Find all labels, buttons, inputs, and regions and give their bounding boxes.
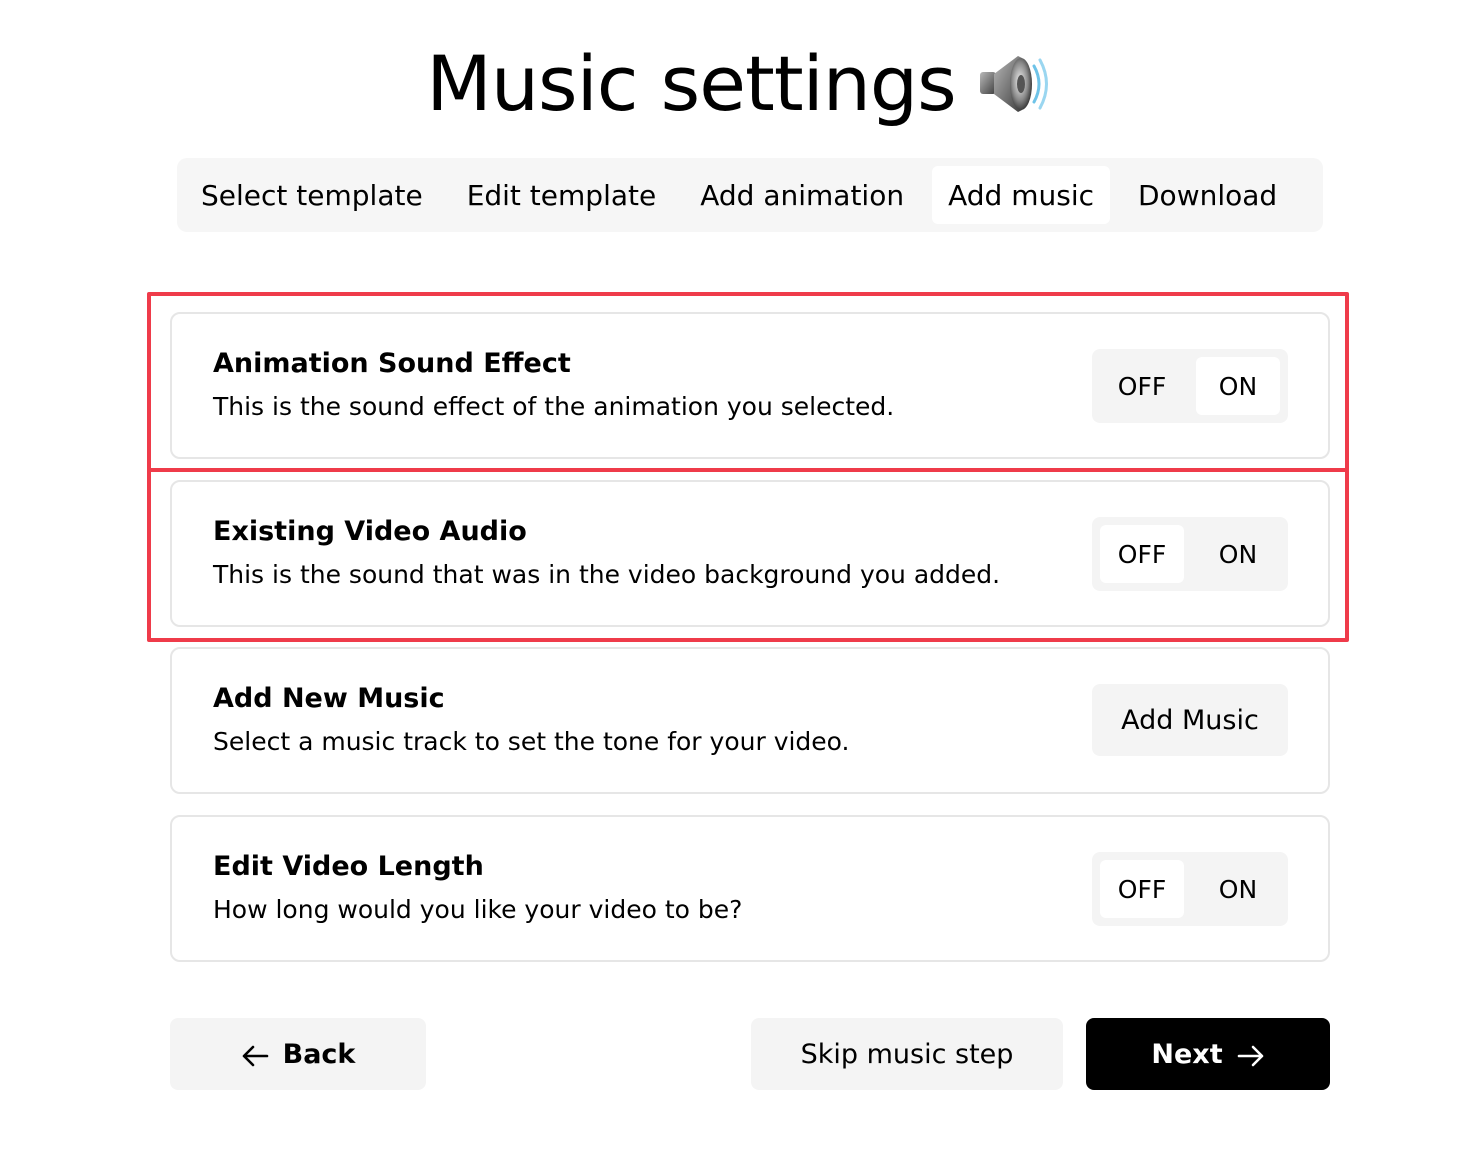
highlight-divider [147,468,1349,472]
next-label: Next [1151,1038,1223,1070]
video-length-card: Edit Video Length How long would you lik… [170,815,1330,962]
toggle-off-option[interactable]: OFF [1100,860,1184,918]
video-audio-card: Existing Video Audio This is the sound t… [170,480,1330,627]
page-title: Music settings [426,39,956,128]
video-audio-toggle: OFF ON [1092,517,1288,591]
back-button[interactable]: Back [170,1018,426,1090]
music-settings-page: Music settings Select template Edit temp… [0,0,1476,1154]
card-title: Add New Music [213,683,445,714]
card-title: Existing Video Audio [213,516,527,547]
new-music-card: Add New Music Select a music track to se… [170,647,1330,794]
card-description: How long would you like your video to be… [213,895,743,924]
step-tabs: Select template Edit template Add animat… [177,158,1323,232]
toggle-on-option[interactable]: ON [1196,525,1280,583]
speaker-icon [974,46,1050,122]
card-title: Edit Video Length [213,851,484,882]
back-label: Back [282,1038,356,1070]
toggle-off-option[interactable]: OFF [1100,357,1184,415]
next-button[interactable]: Next [1086,1018,1330,1090]
animation-sound-card: Animation Sound Effect This is the sound… [170,312,1330,459]
card-description: This is the sound effect of the animatio… [213,392,895,421]
page-header: Music settings [0,36,1476,132]
tab-add-animation[interactable]: Add animation [684,166,920,224]
arrow-left-icon [241,1043,269,1067]
video-length-toggle: OFF ON [1092,852,1288,926]
animation-sound-toggle: OFF ON [1092,349,1288,423]
card-description: Select a music track to set the tone for… [213,727,850,756]
arrow-right-icon [1237,1043,1265,1067]
tab-add-music[interactable]: Add music [932,166,1110,224]
add-music-button[interactable]: Add Music [1092,684,1288,756]
card-description: This is the sound that was in the video … [213,560,1001,589]
card-title: Animation Sound Effect [213,348,571,379]
tab-download[interactable]: Download [1122,166,1293,224]
toggle-on-option[interactable]: ON [1196,357,1280,415]
toggle-off-option[interactable]: OFF [1100,525,1184,583]
toggle-on-option[interactable]: ON [1196,860,1280,918]
skip-music-button[interactable]: Skip music step [751,1018,1063,1090]
tab-edit-template[interactable]: Edit template [451,166,673,224]
tab-select-template[interactable]: Select template [185,166,439,224]
